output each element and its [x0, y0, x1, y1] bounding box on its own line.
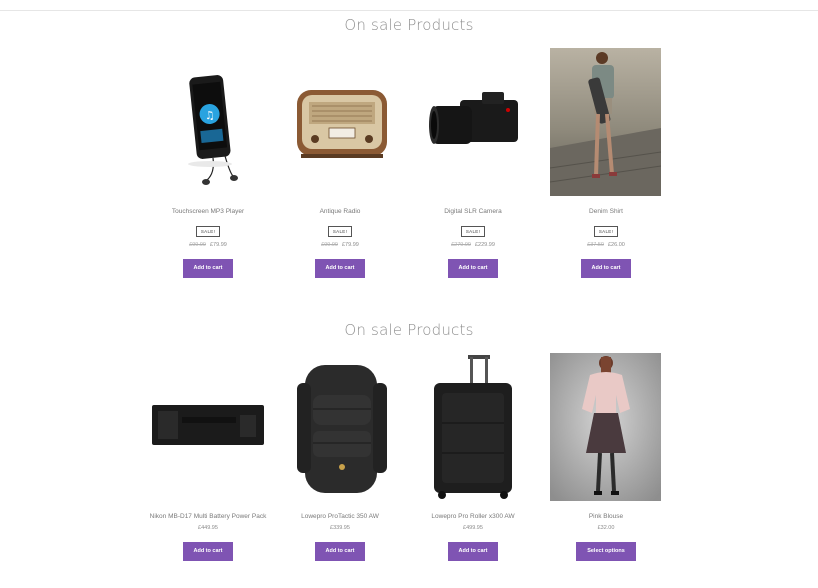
section-title-1: On sale Products — [344, 16, 474, 34]
roller-case-image[interactable] — [420, 353, 531, 501]
price: £37.50 £26.00 — [546, 242, 666, 248]
camera-image[interactable] — [420, 48, 531, 196]
old-price: £99.99 — [321, 242, 338, 248]
svg-text:♫: ♫ — [204, 109, 215, 123]
add-to-cart-button[interactable]: Add to cart — [183, 259, 233, 278]
product-card: Touchscreen MP3 Player SALE! £99.99 £79.9… — [148, 207, 268, 278]
old-price: £37.50 — [587, 242, 604, 248]
product-name[interactable]: Lowepro Pro Roller x300 AW — [413, 512, 533, 521]
sale-badge: SALE! — [327, 226, 353, 237]
price: £32.00 — [597, 525, 615, 531]
product-name[interactable]: Pink Blouse — [546, 512, 666, 521]
sale-price: £26.00 — [608, 242, 625, 248]
header-divider — [0, 10, 818, 11]
add-to-cart-button[interactable]: Add to cart — [581, 259, 631, 278]
price: £499.95 — [463, 525, 483, 531]
add-to-cart-button[interactable]: Add to cart — [448, 259, 498, 278]
price: £279.99 £229.99 — [413, 242, 533, 248]
product-name[interactable]: Nikon MB-D17 Multi Battery Power Pack — [148, 512, 268, 521]
product-card: Antique Radio SALE! £99.99 £79.99 Add to … — [280, 207, 400, 278]
radio-image[interactable] — [287, 48, 398, 196]
mp3-player-image[interactable]: ♫ — [155, 48, 266, 196]
price: £449.95 — [198, 525, 218, 531]
product-card: Digital SLR Camera SALE! £279.99 £229.99 … — [413, 207, 533, 278]
product-card: Lowepro Pro Roller x300 AW £499.95 Add t… — [413, 512, 533, 561]
add-to-cart-button[interactable]: Add to cart — [183, 542, 233, 561]
denim-shirt-photo[interactable] — [549, 48, 662, 196]
product-card: Denim Shirt SALE! £37.50 £26.00 Add to ca… — [546, 207, 666, 278]
sale-badge: SALE! — [195, 226, 221, 237]
battery-pack-image[interactable] — [152, 353, 265, 501]
section-title-2: On sale Products — [344, 321, 474, 339]
product-card: Pink Blouse £32.00 Select options — [546, 512, 666, 561]
select-options-button[interactable]: Select options — [576, 542, 636, 561]
sale-price: £229.99 — [475, 242, 495, 248]
sale-badge: SALE! — [460, 226, 486, 237]
sale-badge: SALE! — [593, 226, 619, 237]
price: £99.99 £79.99 — [280, 242, 400, 248]
add-to-cart-button[interactable]: Add to cart — [315, 542, 365, 561]
old-price: £279.99 — [451, 242, 471, 248]
backpack-image[interactable] — [287, 353, 398, 501]
product-name[interactable]: Lowepro ProTactic 350 AW — [280, 512, 400, 521]
sale-price: £79.99 — [342, 242, 359, 248]
price: £339.95 — [330, 525, 350, 531]
price: £99.99 £79.99 — [148, 242, 268, 248]
product-name[interactable]: Denim Shirt — [546, 207, 666, 216]
add-to-cart-button[interactable]: Add to cart — [448, 542, 498, 561]
sale-price: £79.99 — [210, 242, 227, 248]
product-name[interactable]: Touchscreen MP3 Player — [148, 207, 268, 216]
product-card: Nikon MB-D17 Multi Battery Power Pack £4… — [148, 512, 268, 561]
old-price: £99.99 — [189, 242, 206, 248]
product-card: Lowepro ProTactic 350 AW £339.95 Add to … — [280, 512, 400, 561]
product-name[interactable]: Antique Radio — [280, 207, 400, 216]
product-name[interactable]: Digital SLR Camera — [413, 207, 533, 216]
add-to-cart-button[interactable]: Add to cart — [315, 259, 365, 278]
pink-blouse-photo[interactable] — [550, 353, 661, 501]
